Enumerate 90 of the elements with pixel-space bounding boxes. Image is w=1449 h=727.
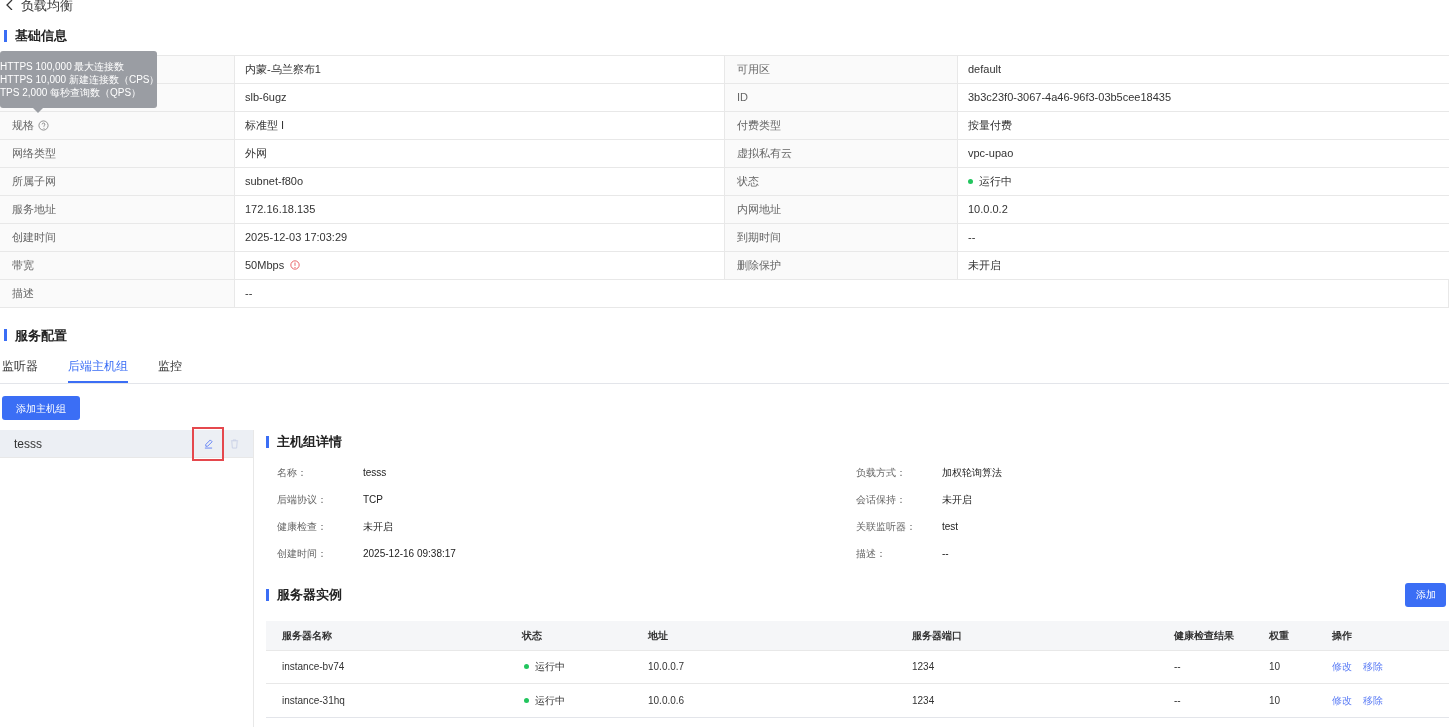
field-label: 描述 xyxy=(12,285,34,301)
table-cell: 1234 xyxy=(912,661,935,672)
action-link[interactable]: 修改 xyxy=(1332,659,1352,674)
field-value: 10.0.0.2 xyxy=(968,201,1008,217)
field-value: 按量付费 xyxy=(968,117,1012,133)
section-title: 基础信息 xyxy=(15,27,67,45)
field-label: 内网地址 xyxy=(737,201,781,217)
table-cell-text: 运行中 xyxy=(535,693,565,708)
column-header: 地址 xyxy=(648,629,668,641)
section-title: 主机组详情 xyxy=(277,433,342,451)
add-button[interactable]: 添加 xyxy=(1405,582,1446,607)
field-value: -- xyxy=(245,285,253,301)
field-label: 规格 xyxy=(12,117,34,133)
field-value: 50Mbps xyxy=(245,257,285,273)
detail-label: 创建时间： xyxy=(277,547,328,561)
field-label: 到期时间 xyxy=(737,229,781,245)
field-label: 状态 xyxy=(737,173,759,189)
column-header: 服务器端口 xyxy=(912,629,962,641)
table-cell: -- xyxy=(1174,661,1181,672)
field-label: 虚拟私有云 xyxy=(737,145,792,161)
field-value: default xyxy=(968,61,1002,77)
group-item[interactable]: tesss xyxy=(0,430,253,458)
field-label: 创建时间 xyxy=(12,229,56,245)
table-cell: instance-31hq xyxy=(282,694,345,706)
trash-icon[interactable] xyxy=(230,438,239,449)
table-cell: 10.0.0.7 xyxy=(648,661,685,672)
table-cell: instance-bv74 xyxy=(282,661,345,672)
detail-label: 描述： xyxy=(856,547,887,561)
field-label: 服务地址 xyxy=(12,201,56,217)
column-header: 权重 xyxy=(1269,629,1289,641)
detail-value: test xyxy=(942,520,959,534)
field-value: 外网 xyxy=(245,145,267,161)
column-header: 服务器名称 xyxy=(282,629,332,641)
field-value: 内蒙-乌兰察布1 xyxy=(245,61,321,77)
detail-label: 会话保持： xyxy=(856,493,907,507)
field-value: subnet-f80o xyxy=(245,173,304,189)
field-label: 网络类型 xyxy=(12,145,56,161)
detail-label: 健康检查： xyxy=(277,520,328,534)
detail-value: 2025-12-16 09:38:17 xyxy=(363,547,456,561)
info-icon[interactable] xyxy=(290,260,301,270)
detail-value: 未开启 xyxy=(942,493,972,507)
field-value: 未开启 xyxy=(968,257,1001,273)
edit-button[interactable] xyxy=(192,426,224,461)
tooltip-line: TPS 2,000 每秒查询数（QPS） xyxy=(0,86,142,99)
field-value: -- xyxy=(968,229,976,245)
add-group-button[interactable]: 添加主机组 xyxy=(2,396,80,420)
column-header: 状态 xyxy=(522,629,542,641)
field-value: vpc-upao xyxy=(968,145,1014,161)
field-value: 运行中 xyxy=(979,173,1012,189)
detail-value: 加权轮询算法 xyxy=(942,466,1002,480)
field-label: 可用区 xyxy=(737,61,770,77)
detail-value: 未开启 xyxy=(363,520,393,534)
tab[interactable]: 监控 xyxy=(158,357,182,383)
detail-label: 名称： xyxy=(277,466,308,480)
tooltip-line: HTTPS 100,000 最大连接数 xyxy=(0,60,125,73)
action-link[interactable]: 修改 xyxy=(1332,692,1352,708)
field-label: 付费类型 xyxy=(737,117,781,133)
pencil-icon xyxy=(203,438,213,449)
section-title: 服务器实例 xyxy=(277,585,342,604)
field-label: 带宽 xyxy=(12,257,34,273)
tooltip-line: HTTPS 10,000 新建连接数（CPS） xyxy=(0,73,157,86)
field-value: 标准型 I xyxy=(245,117,285,133)
table-cell: 1234 xyxy=(912,694,935,706)
tab[interactable]: 后端主机组 xyxy=(68,357,128,383)
table-cell: 10.0.0.6 xyxy=(648,694,685,706)
field-label: ID xyxy=(737,89,748,105)
field-value: slb-6ugz xyxy=(245,89,287,105)
column-header: 操作 xyxy=(1332,629,1352,641)
section-title: 服务配置 xyxy=(15,326,67,345)
action-link[interactable]: 移除 xyxy=(1363,692,1383,708)
field-label: 删除保护 xyxy=(737,257,781,273)
detail-label: 关联监听器： xyxy=(856,520,917,534)
column-header: 健康检查结果 xyxy=(1174,629,1234,641)
field-value: 172.16.18.135 xyxy=(245,201,316,217)
detail-value: TCP xyxy=(363,493,383,507)
field-value: 2025-12-03 17:03:29 xyxy=(245,229,348,245)
detail-label: 负载方式： xyxy=(856,466,907,480)
table-cell: 10 xyxy=(1269,694,1281,706)
help-icon[interactable] xyxy=(38,119,49,131)
detail-value: tesss xyxy=(363,466,387,480)
detail-label: 后端协议： xyxy=(277,493,328,507)
tab[interactable]: 监听器 xyxy=(2,357,38,383)
table-cell-text: 运行中 xyxy=(535,660,565,674)
field-value: 3b3c23f0-3067-4a46-96f3-03b5cee18435 xyxy=(968,89,1172,105)
table-cell: 10 xyxy=(1269,661,1281,672)
action-link[interactable]: 移除 xyxy=(1363,659,1383,674)
back-icon[interactable] xyxy=(6,0,13,10)
field-label: 所属子网 xyxy=(12,173,56,189)
table-cell: -- xyxy=(1174,694,1181,706)
detail-value: -- xyxy=(942,547,949,561)
